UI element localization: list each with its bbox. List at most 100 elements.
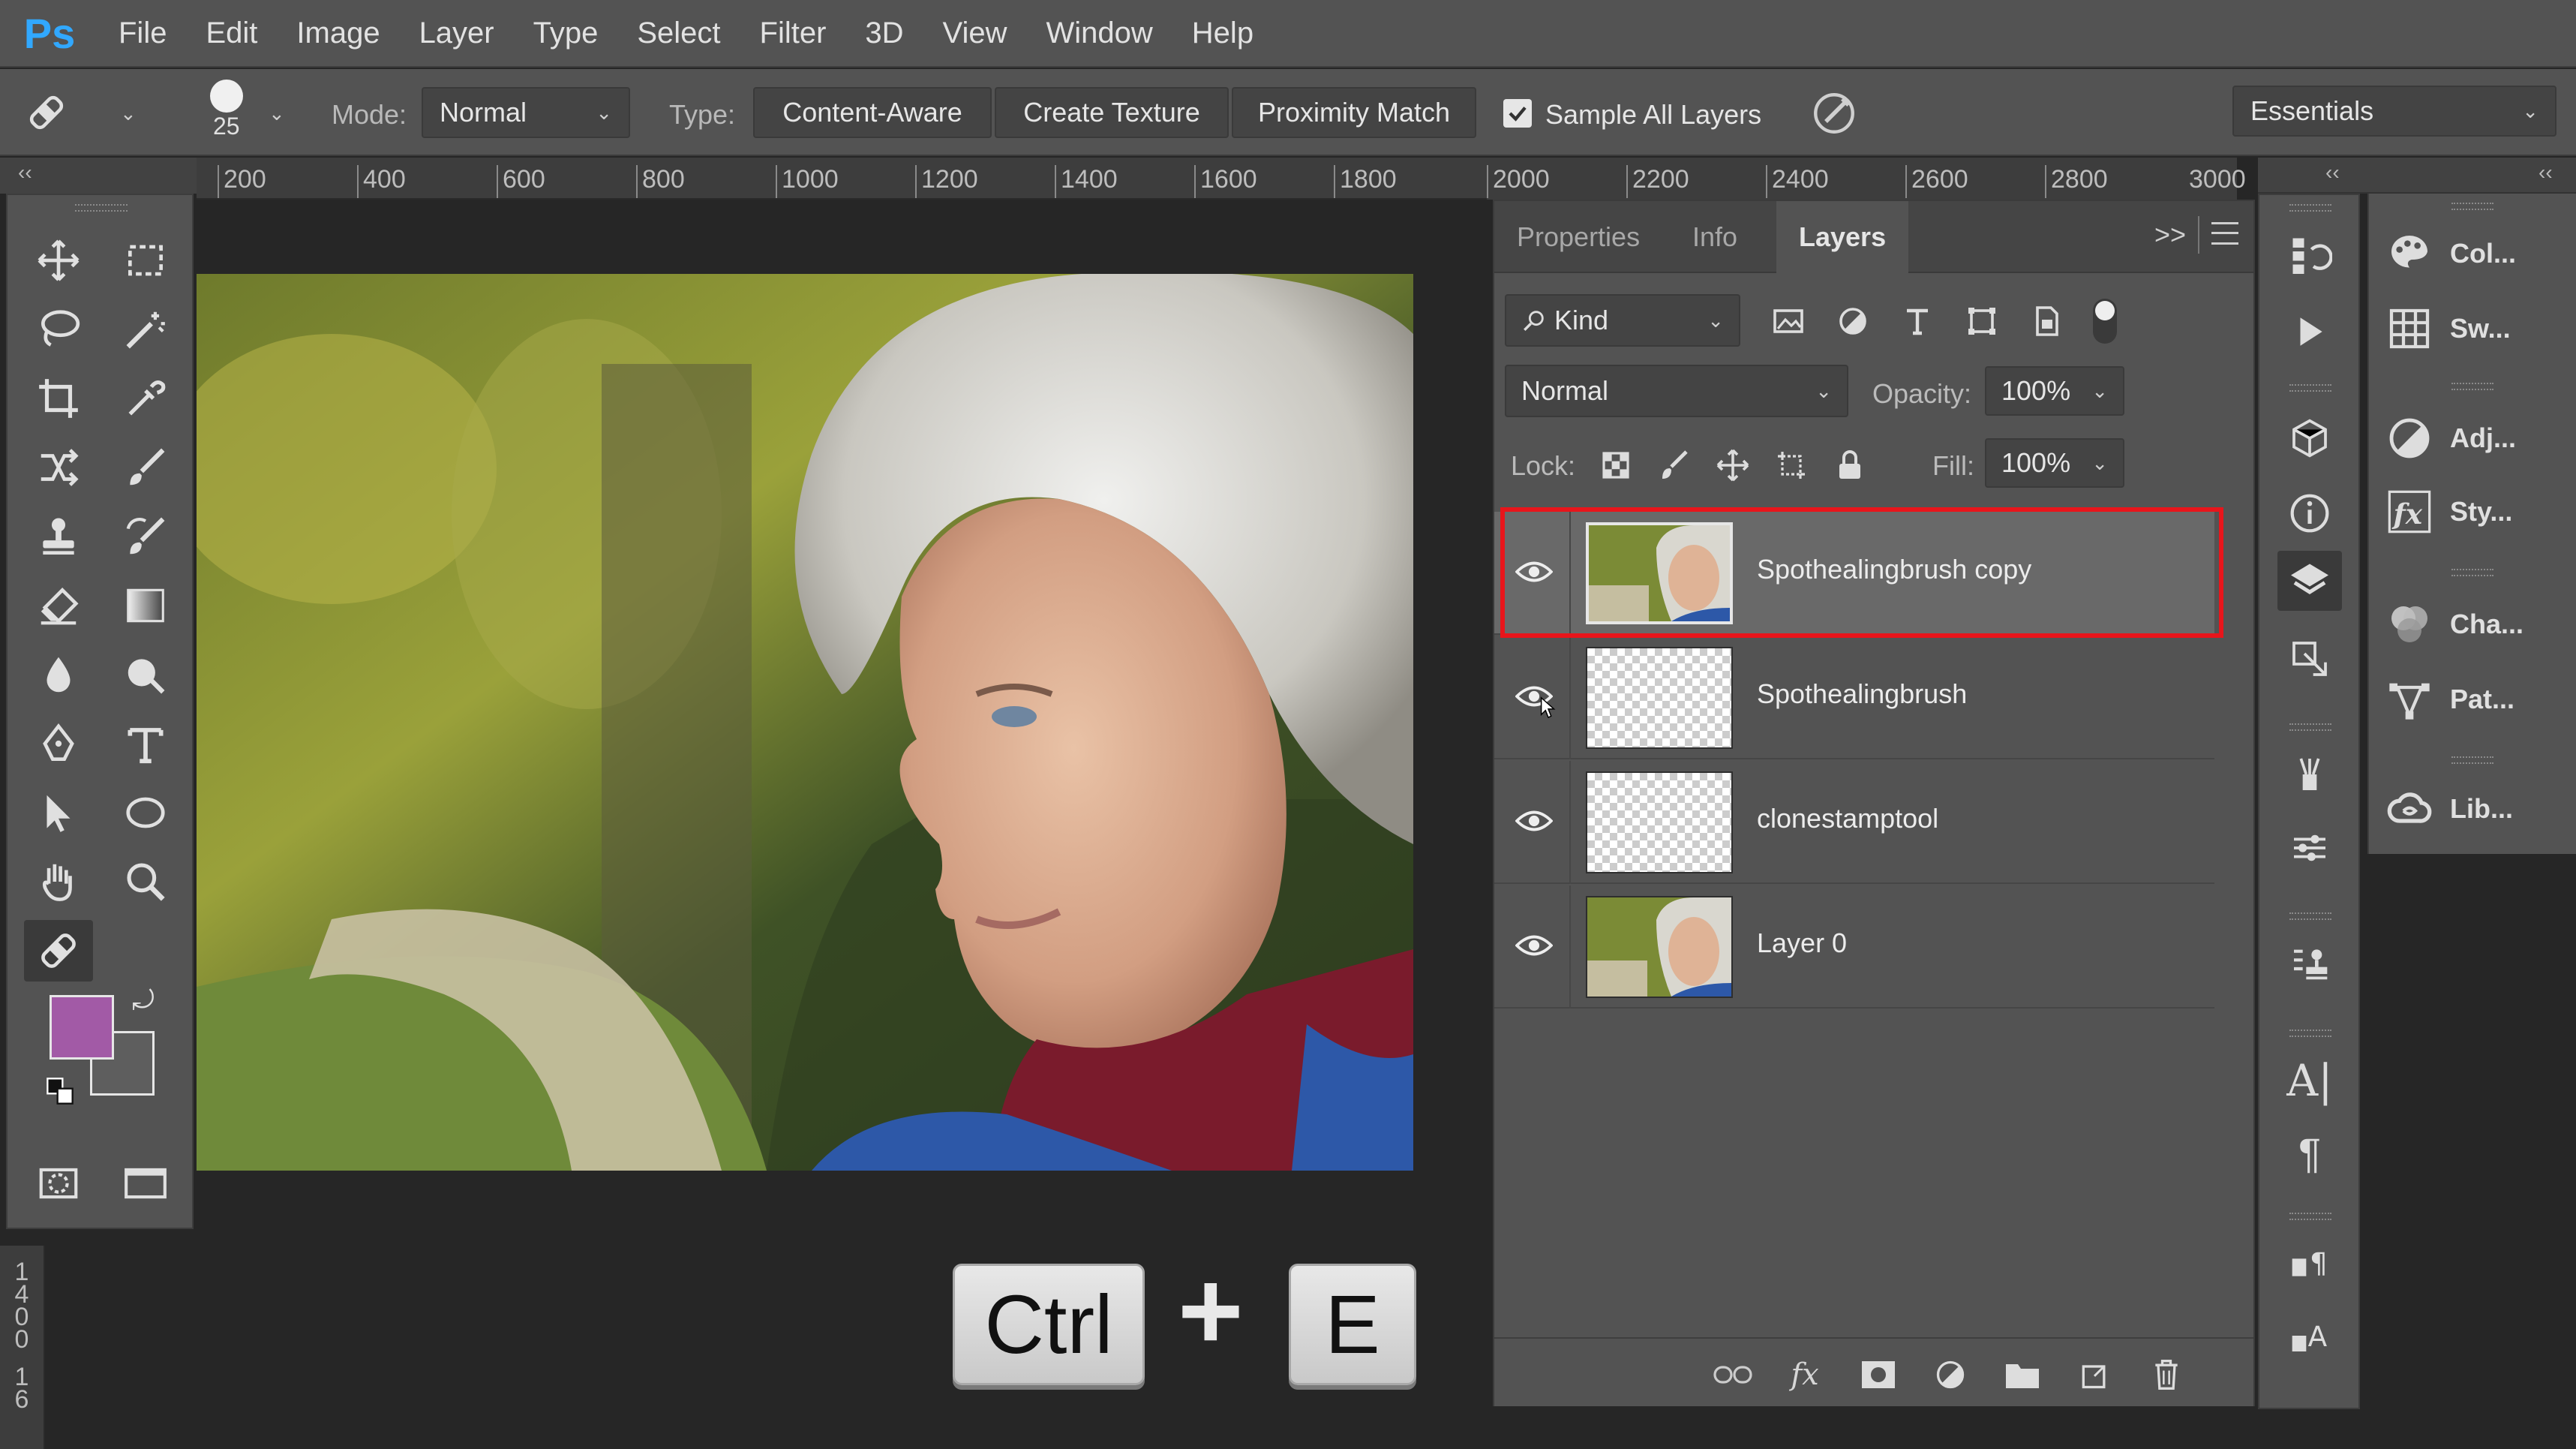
pen-tool-icon[interactable] (24, 713, 93, 774)
eyedropper-tool-icon[interactable] (111, 368, 180, 429)
swatches-panel-button[interactable]: Sw... (2385, 299, 2511, 359)
layer-name[interactable]: Layer 0 (1757, 927, 1847, 959)
panel-grip[interactable] (75, 204, 128, 212)
filter-smart-objects-icon[interactable] (2028, 303, 2064, 339)
panel-grip[interactable] (2451, 383, 2493, 390)
libraries-panel-button[interactable]: Lib... (2385, 779, 2513, 839)
brush-presets-icon[interactable] (2277, 744, 2342, 804)
menu-window[interactable]: Window (1027, 17, 1172, 50)
brush-settings-icon[interactable] (2277, 818, 2342, 878)
collapse-toolbar-icon[interactable]: ‹‹ (18, 161, 32, 185)
filter-shape-layers-icon[interactable] (1964, 303, 2000, 339)
pressure-size-icon[interactable] (1809, 89, 1859, 138)
layer-row[interactable]: Spothealingbrush (1494, 636, 2214, 759)
marquee-tool-icon[interactable] (111, 230, 180, 291)
default-colors-icon[interactable] (45, 1076, 75, 1106)
delete-layer-trash-icon[interactable] (2145, 1354, 2187, 1396)
panel-grip[interactable] (2289, 1213, 2331, 1220)
lock-position-icon[interactable] (1715, 447, 1751, 483)
history-icon[interactable] (2277, 225, 2342, 285)
crop-tool-icon[interactable] (24, 368, 93, 429)
panel-grip[interactable] (2289, 384, 2331, 392)
menu-view[interactable]: View (923, 17, 1027, 50)
panel-collapse-icon[interactable]: >> (2154, 219, 2186, 251)
document-image[interactable] (197, 274, 1413, 1171)
link-layers-icon[interactable] (1712, 1354, 1754, 1396)
mode-select[interactable]: Normal ⌄ (422, 87, 630, 138)
content-aware-move-tool-icon[interactable] (24, 437, 93, 498)
history-brush-tool-icon[interactable] (111, 506, 180, 567)
workspace-select[interactable]: Essentials ⌄ (2232, 86, 2556, 137)
channels-panel-button[interactable]: Cha... (2385, 594, 2523, 654)
menu-edit[interactable]: Edit (186, 17, 277, 50)
blur-tool-icon[interactable] (24, 644, 93, 705)
type-tool-icon[interactable] (111, 713, 180, 774)
info-icon[interactable] (2277, 483, 2342, 543)
filter-toggle[interactable] (2093, 299, 2117, 344)
layer-row[interactable]: clonestamptool (1494, 761, 2214, 884)
character-styles-icon[interactable]: A (2277, 1306, 2342, 1366)
spot-healing-brush-icon[interactable] (15, 87, 78, 138)
lasso-tool-icon[interactable] (24, 299, 93, 360)
panel-grip[interactable] (2451, 569, 2493, 576)
menu-type[interactable]: Type (514, 17, 618, 50)
menu-select[interactable]: Select (617, 17, 740, 50)
lock-transparent-pixels-icon[interactable] (1598, 447, 1634, 483)
tab-info[interactable]: Info (1670, 201, 1760, 273)
character-icon[interactable]: A| (2277, 1051, 2342, 1111)
filter-adjustment-layers-icon[interactable] (1835, 303, 1871, 339)
visibility-eye-icon[interactable] (1508, 923, 1560, 968)
expand-panels-icon[interactable]: ‹‹ (2325, 161, 2340, 185)
tab-properties[interactable]: Properties (1494, 201, 1662, 273)
layer-name[interactable]: Spothealingbrush (1757, 678, 1967, 710)
opacity-input[interactable]: 100% ⌄ (1985, 366, 2124, 416)
screen-mode-icon[interactable] (111, 1153, 180, 1214)
panel-grip[interactable] (2289, 912, 2331, 920)
actions-play-icon[interactable] (2277, 302, 2342, 362)
visibility-eye-icon[interactable] (1508, 798, 1560, 843)
brush-tip-icon[interactable] (210, 80, 243, 113)
add-mask-icon[interactable] (1857, 1354, 1899, 1396)
panel-grip[interactable] (2289, 723, 2331, 731)
content-aware-button[interactable]: Content-Aware (753, 87, 992, 138)
layer-filter-kind-select[interactable]: Kind ⌄ (1505, 294, 1740, 347)
filter-type-layers-icon[interactable] (1899, 303, 1935, 339)
expand-panels-icon[interactable]: ‹‹ (2538, 161, 2553, 185)
layer-thumbnail-transparent[interactable] (1586, 771, 1733, 873)
layer-name[interactable]: clonestamptool (1757, 803, 1938, 834)
clone-stamp-tool-icon[interactable] (24, 506, 93, 567)
layer-style-fx-icon[interactable]: fx (1784, 1354, 1826, 1396)
zoom-tool-icon[interactable] (111, 851, 180, 912)
panel-grip[interactable] (2451, 203, 2493, 210)
hand-tool-icon[interactable] (24, 851, 93, 912)
styles-panel-button[interactable]: fx Sty... (2385, 482, 2512, 542)
menu-file[interactable]: File (99, 17, 186, 50)
filter-pixel-layers-icon[interactable] (1770, 303, 1806, 339)
paragraph-icon[interactable]: ¶ (2277, 1123, 2342, 1183)
proximity-match-button[interactable]: Proximity Match (1232, 87, 1476, 138)
new-group-folder-icon[interactable] (2001, 1354, 2043, 1396)
panel-menu-icon[interactable] (2211, 222, 2238, 245)
gradient-tool-icon[interactable] (111, 575, 180, 636)
brush-tool-icon[interactable] (111, 437, 180, 498)
new-layer-icon[interactable] (2073, 1354, 2115, 1396)
eraser-tool-icon[interactable] (24, 575, 93, 636)
channels-navigator-icon[interactable] (2277, 629, 2342, 689)
3d-icon[interactable] (2277, 408, 2342, 468)
new-adjustment-layer-icon[interactable] (1929, 1354, 1971, 1396)
paragraph-styles-icon[interactable]: ¶ (2277, 1232, 2342, 1292)
tab-layers[interactable]: Layers (1776, 201, 1909, 273)
layer-thumbnail-photo[interactable] (1586, 896, 1733, 998)
swap-colors-icon[interactable]: ⤾ (132, 985, 155, 1017)
menu-filter[interactable]: Filter (740, 17, 846, 50)
quick-mask-icon[interactable] (24, 1153, 93, 1214)
layer-thumbnail-transparent[interactable] (1586, 647, 1733, 749)
sample-all-layers-checkbox[interactable] (1503, 99, 1532, 128)
panel-grip[interactable] (2289, 1030, 2331, 1037)
paths-panel-button[interactable]: Pat... (2385, 669, 2514, 729)
lock-image-pixels-icon[interactable] (1656, 447, 1692, 483)
layers-icon[interactable] (2277, 551, 2342, 611)
color-panel-button[interactable]: Col... (2385, 224, 2516, 284)
menu-layer[interactable]: Layer (400, 17, 514, 50)
menu-image[interactable]: Image (277, 17, 399, 50)
